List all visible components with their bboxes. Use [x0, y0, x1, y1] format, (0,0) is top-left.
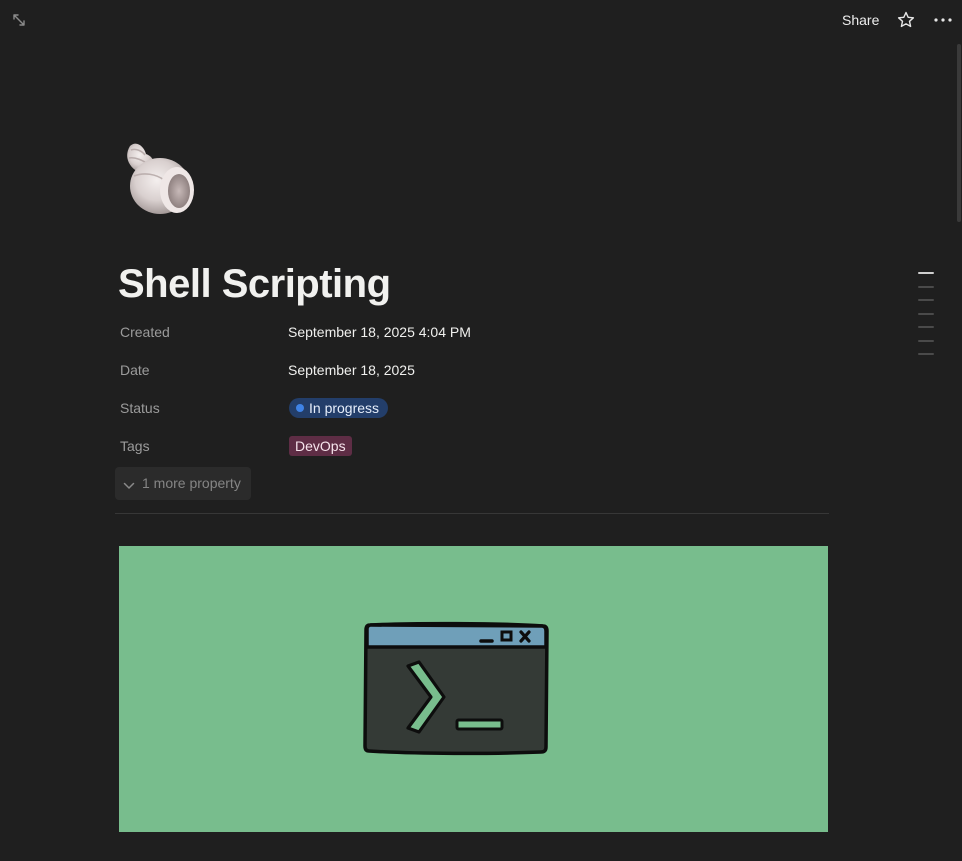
table-of-contents[interactable]	[918, 272, 936, 367]
property-label: Created	[120, 324, 170, 340]
property-value[interactable]: September 18, 2025	[288, 353, 415, 387]
property-row-tags[interactable]: Tags DevOps	[116, 429, 828, 463]
status-dot-icon	[296, 404, 304, 412]
toc-item[interactable]	[918, 312, 934, 315]
page-title[interactable]: Shell Scripting	[118, 258, 391, 310]
toc-item[interactable]	[918, 285, 934, 288]
expand-diagonal-icon[interactable]	[10, 11, 28, 29]
property-label: Status	[120, 400, 160, 416]
divider	[115, 513, 829, 514]
shell-icon[interactable]	[118, 136, 202, 220]
property-row-created[interactable]: Created September 18, 2025 4:04 PM	[116, 315, 828, 349]
status-text: In progress	[309, 400, 380, 416]
toc-item[interactable]	[918, 339, 934, 342]
chevron-down-icon	[123, 478, 135, 489]
share-button[interactable]: Share	[836, 9, 885, 31]
property-row-status[interactable]: Status In progress	[116, 391, 828, 425]
cover-image[interactable]	[119, 546, 828, 832]
star-outline-icon[interactable]	[896, 10, 916, 30]
scrollbar-thumb[interactable]	[957, 44, 961, 222]
more-properties-label: 1 more property	[142, 475, 241, 491]
property-value: September 18, 2025 4:04 PM	[288, 324, 471, 340]
tag-badge[interactable]: DevOps	[289, 436, 352, 456]
toc-item[interactable]	[918, 299, 934, 301]
property-row-date[interactable]: Date September 18, 2025	[116, 353, 828, 387]
toc-item[interactable]	[918, 272, 934, 274]
toc-item[interactable]	[918, 326, 934, 328]
status-badge[interactable]: In progress	[289, 398, 389, 418]
terminal-window-icon	[363, 621, 549, 756]
toc-item[interactable]	[918, 353, 934, 355]
more-properties-button[interactable]: 1 more property	[115, 467, 251, 500]
more-horizontal-icon[interactable]	[932, 10, 954, 30]
property-label: Tags	[120, 438, 150, 454]
property-label: Date	[120, 362, 150, 378]
top-bar: Share	[0, 0, 962, 40]
